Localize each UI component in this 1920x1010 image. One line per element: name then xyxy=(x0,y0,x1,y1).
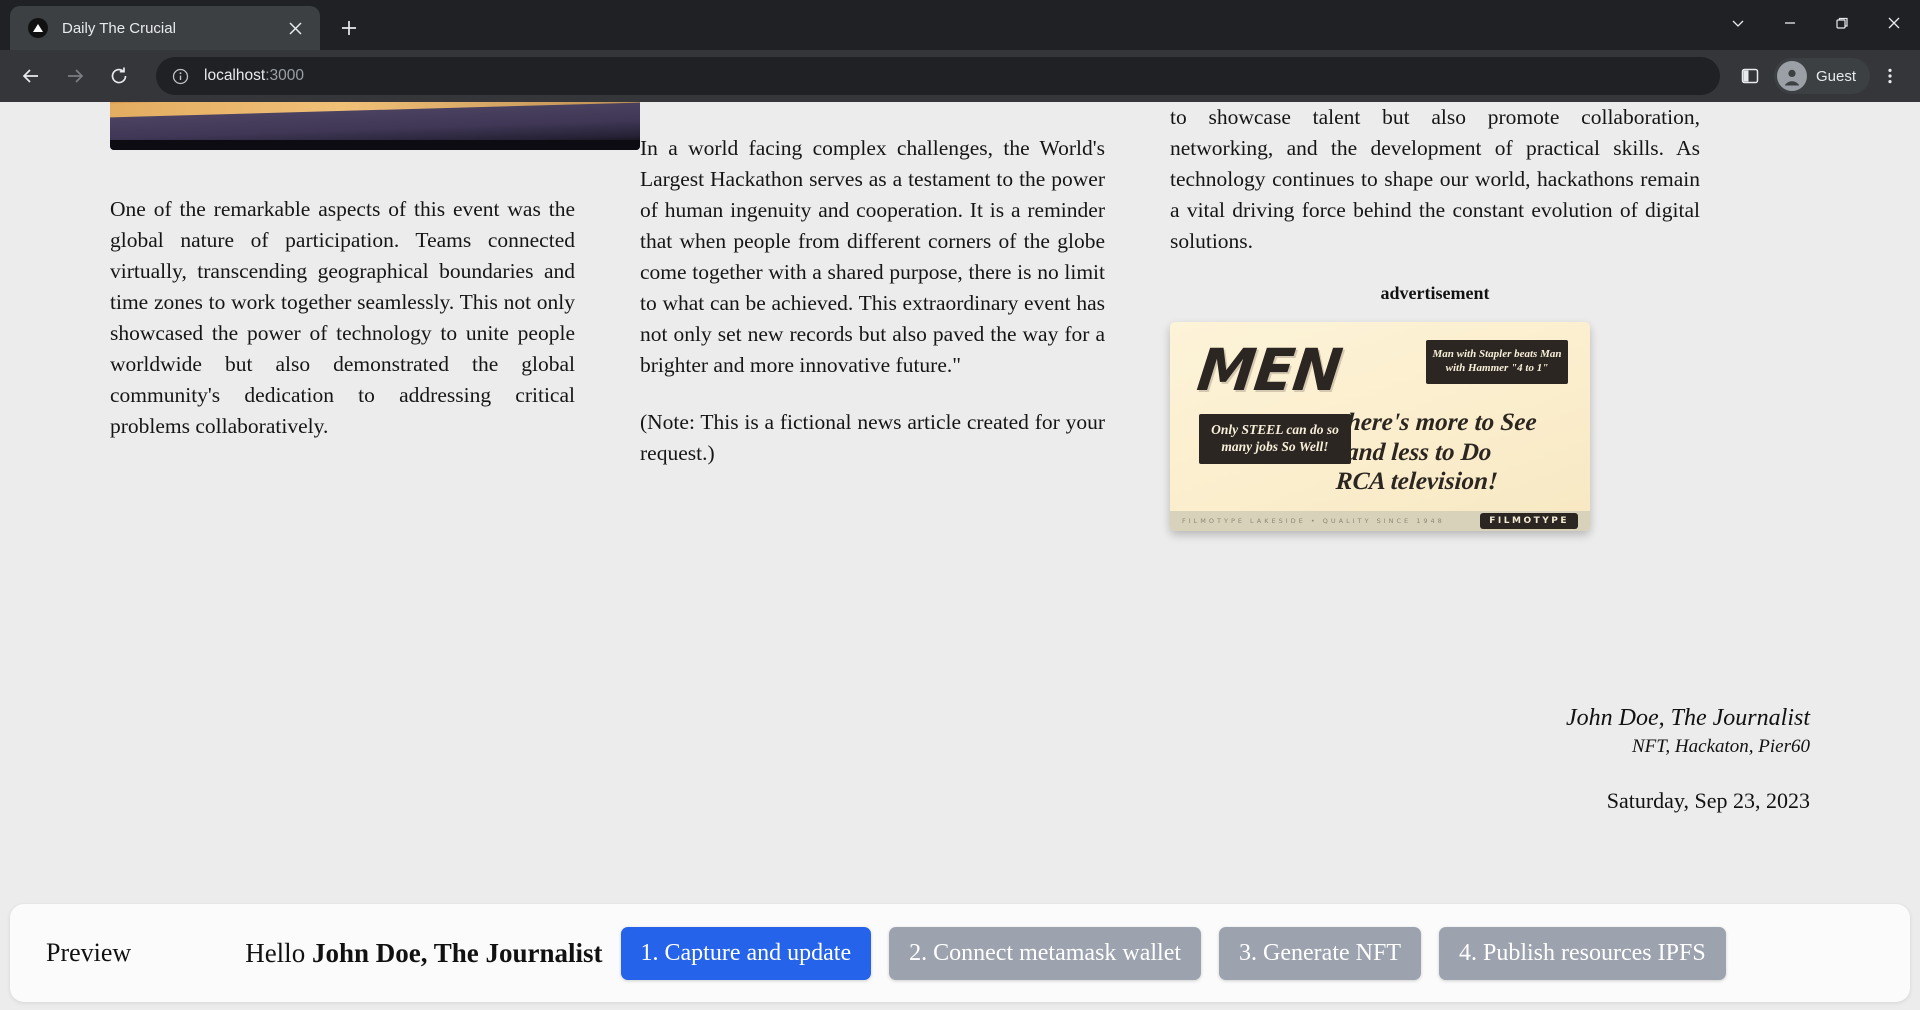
browser-menu-icon[interactable] xyxy=(1872,58,1908,94)
article-signature: John Doe, The Journalist NFT, Hackaton, … xyxy=(1280,702,1810,814)
signature-date: Saturday, Sep 23, 2023 xyxy=(1606,788,1810,813)
side-panel-icon[interactable] xyxy=(1732,58,1768,94)
generate-nft-button[interactable]: 3. Generate NFT xyxy=(1219,926,1421,980)
window-controls xyxy=(1712,0,1920,46)
greeting-name: John Doe, The Journalist xyxy=(311,937,603,968)
toolbar-right-group: Guest xyxy=(1730,58,1908,94)
advertisement-image[interactable]: MEN Man with Stapler beats Man with Hamm… xyxy=(1170,322,1590,531)
article-note-paragraph: (Note: This is a fictional news article … xyxy=(640,410,1105,465)
browser-tab[interactable]: Daily The Crucial xyxy=(10,6,320,50)
advertisement-label: advertisement xyxy=(1380,283,1490,303)
url-host: localhost xyxy=(204,67,266,84)
browser-toolbar: localhost:3000 Guest xyxy=(0,50,1920,102)
tab-title: Daily The Crucial xyxy=(62,19,176,37)
new-tab-button[interactable] xyxy=(332,11,366,45)
ad-script-text: there's more to See -and less to Do RCA … xyxy=(1335,408,1571,497)
profile-label: Guest xyxy=(1815,67,1856,85)
article-paragraph: In a world facing complex challenges, th… xyxy=(640,136,1105,377)
ad-script-line: there's more to See xyxy=(1339,409,1538,436)
ad-headline: MEN xyxy=(1193,336,1346,404)
article-column-1: One of the remarkable aspects of this ev… xyxy=(110,102,640,531)
tab-close-icon[interactable] xyxy=(282,15,308,41)
ad-footer-caption: FILMOTYPE LAKESIDE • QUALITY SINCE 1948 xyxy=(1182,517,1445,525)
article-columns: One of the remarkable aspects of this ev… xyxy=(0,102,1920,531)
browser-chrome: Daily The Crucial localhost:3000 Guest xyxy=(0,0,1920,102)
clipped-line-top xyxy=(640,102,1105,111)
ad-script-line: -and less to Do xyxy=(1337,438,1493,466)
reload-icon[interactable] xyxy=(100,57,138,95)
ad-box-stapler: Man with Stapler beats Man with Hammer "… xyxy=(1426,340,1568,384)
ad-brand-badge: FILMOTYPE xyxy=(1480,513,1578,529)
back-icon[interactable] xyxy=(12,57,50,95)
article-paragraph: One of the remarkable aspects of this ev… xyxy=(110,197,575,438)
chevron-down-icon[interactable] xyxy=(1712,0,1764,46)
info-circle-icon[interactable] xyxy=(170,66,190,86)
page-content: One of the remarkable aspects of this ev… xyxy=(0,102,1920,1010)
article-column-3: to showcase talent but also promote coll… xyxy=(1170,102,1700,531)
address-bar-url: localhost:3000 xyxy=(204,67,304,85)
greeting-prefix: Hello xyxy=(245,937,312,968)
restore-icon[interactable] xyxy=(1816,0,1868,46)
article-paragraph: to showcase talent but also promote coll… xyxy=(1170,105,1700,253)
signature-name: John Doe, The Journalist xyxy=(1566,705,1810,731)
publish-resources-ipfs-button[interactable]: 4. Publish resources IPFS xyxy=(1439,926,1726,980)
address-bar[interactable]: localhost:3000 xyxy=(156,57,1720,95)
triangle-logo-icon xyxy=(28,18,48,38)
tab-strip: Daily The Crucial xyxy=(0,0,1920,50)
preview-title: Preview xyxy=(46,938,132,967)
capture-and-update-button[interactable]: 1. Capture and update xyxy=(620,926,872,980)
avatar xyxy=(1776,61,1807,91)
article-column-2: In a world facing complex challenges, th… xyxy=(640,102,1170,531)
minimize-icon[interactable] xyxy=(1764,0,1816,46)
action-buttons: 1. Capture and update 2. Connect metamas… xyxy=(620,926,1726,980)
greeting-text: Hello John Doe, The Journalist xyxy=(245,938,602,969)
ad-footer: FILMOTYPE LAKESIDE • QUALITY SINCE 1948 … xyxy=(1170,511,1590,531)
url-port: :3000 xyxy=(265,67,304,84)
action-bar: Preview Hello John Doe, The Journalist 1… xyxy=(10,904,1910,1002)
signature-subtitle: NFT, Hackaton, Pier60 xyxy=(1631,736,1810,757)
profile-button[interactable]: Guest xyxy=(1773,58,1870,94)
forward-icon[interactable] xyxy=(56,57,94,95)
close-icon[interactable] xyxy=(1868,0,1920,46)
ad-box-steel: Only STEEL can do so many jobs So Well! xyxy=(1199,414,1351,464)
connect-metamask-wallet-button[interactable]: 2. Connect metamask wallet xyxy=(889,926,1202,980)
ad-script-line: RCA television! xyxy=(1335,468,1499,495)
article-hero-image xyxy=(110,102,640,150)
